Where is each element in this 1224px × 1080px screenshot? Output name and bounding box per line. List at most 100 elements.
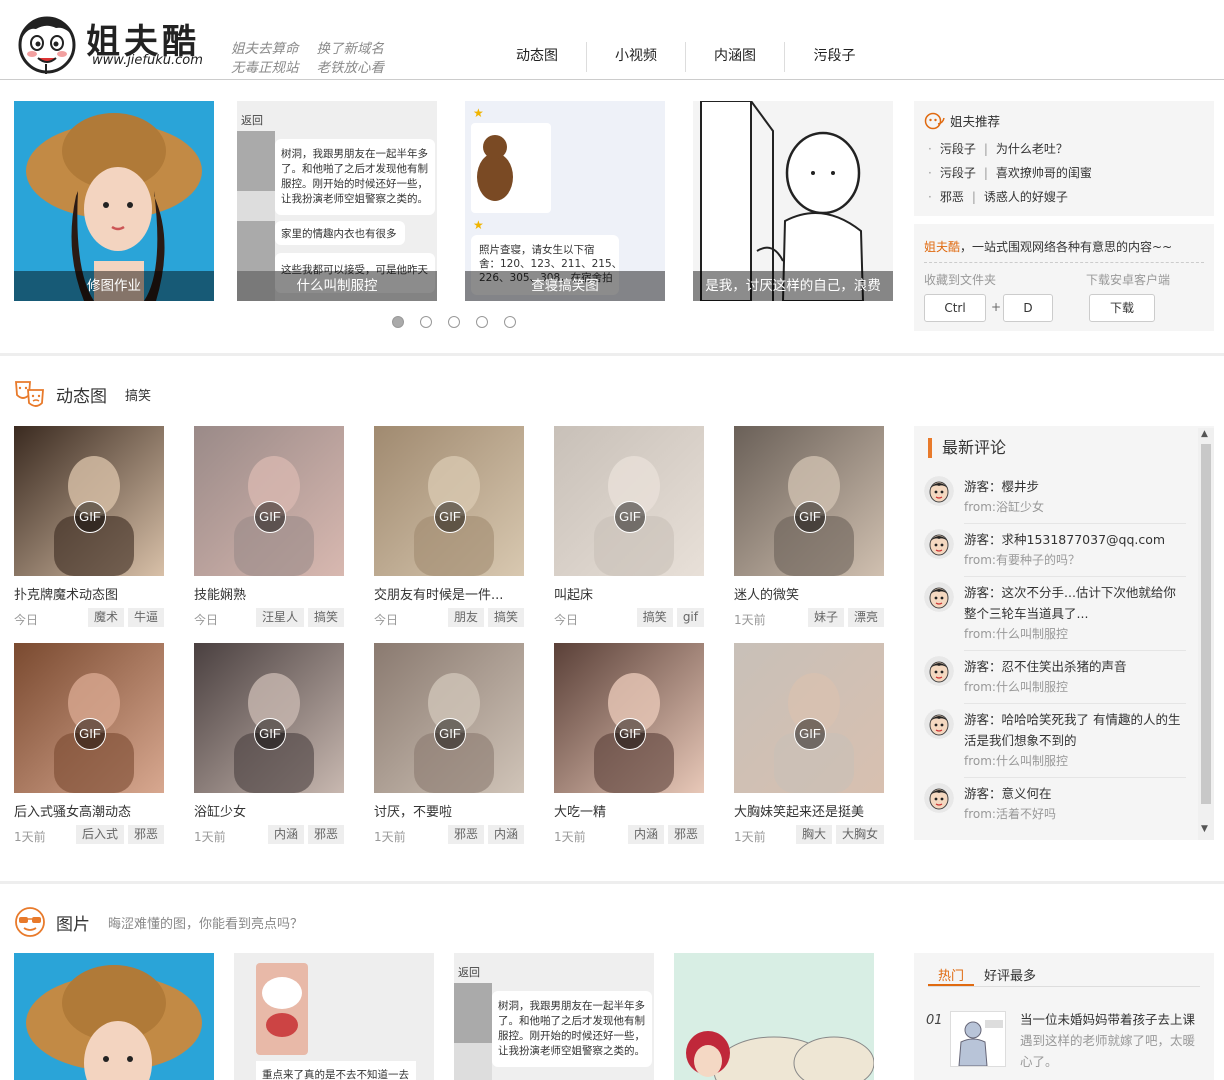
comment-item[interactable]: 游客：求种1531877037@qq.com from:有要种子的吗？ [924,529,1186,570]
comment-source[interactable]: from:什么叫制服控 [964,751,1186,771]
gif-thumb[interactable]: GIF [194,426,344,576]
tag[interactable]: 大胸女 [835,825,884,844]
comment-text[interactable]: 游客：樱井步 [964,476,1186,497]
tag[interactable]: 妹子 [807,608,844,627]
hot-item-thumb[interactable] [950,1011,1006,1067]
gif-badge[interactable]: GIF [74,718,106,750]
slider-dot[interactable] [420,316,432,328]
comment-source[interactable]: from:浴缸少女 [964,497,1186,517]
picture-thumb[interactable] [14,953,214,1080]
gif-title[interactable]: 讨厌，不要啦 [374,801,524,820]
tag[interactable]: 邪恶 [127,825,164,844]
tag[interactable]: 邪恶 [667,825,704,844]
tag[interactable]: 搞笑 [307,608,344,627]
gif-title[interactable]: 扑克牌魔术动态图 [14,584,164,603]
gif-title[interactable]: 迷人的微笑 [734,584,884,603]
gif-title[interactable]: 大吃一精 [554,801,704,820]
tag[interactable]: 牛逼 [127,608,164,627]
comment-source[interactable]: from:什么叫制服控 [964,677,1186,697]
picture-thumb[interactable]: 重点来了真的是不去不知道一去 [234,953,434,1080]
gif-title[interactable]: 交朋友有时候是一件... [374,584,524,603]
gif-card[interactable]: GIF 技能娴熟 今日 汪星人 搞笑 [194,426,344,628]
logo-face-icon[interactable] [16,14,78,76]
tag[interactable]: 朋友 [447,608,484,627]
gif-thumb[interactable]: GIF [374,643,524,793]
tag[interactable]: 搞笑 [487,608,524,627]
scroll-down-icon[interactable]: ▼ [1201,824,1208,834]
download-button[interactable]: 下载 [1089,294,1155,322]
slider-dot[interactable] [504,316,516,328]
section-tag[interactable]: 搞笑 [125,385,151,404]
recommend-item-title[interactable]: 为什么老吐？ [996,142,1068,156]
slide-2[interactable]: 返回 树洞，我跟男朋友在一起半年多 了。和他啪了之后才发现他有制 服控。刚开始的… [237,101,437,301]
tag[interactable]: 漂亮 [847,608,884,627]
recommend-item-title[interactable]: 喜欢撩帅哥的闺蜜 [996,166,1092,180]
tag[interactable]: 魔术 [87,608,124,627]
comment-text[interactable]: 游客：意义何在 [964,783,1186,804]
gif-card[interactable]: GIF 大吃一精 1天前 内涵 邪恶 [554,643,704,845]
slide-caption[interactable]: 什么叫制服控 [237,271,437,301]
tag[interactable]: 汪星人 [255,608,304,627]
slide-caption[interactable]: 修图作业 [14,271,214,301]
gif-card[interactable]: GIF 扑克牌魔术动态图 今日 魔术 牛逼 [14,426,164,628]
gif-title[interactable]: 浴缸少女 [194,801,344,820]
recommend-category[interactable]: 污段子 [940,142,976,156]
recommend-category[interactable]: 邪恶 [940,190,964,204]
nav-item-video[interactable]: 小视频 [587,42,686,72]
gif-title[interactable]: 叫起床 [554,584,704,603]
tag[interactable]: gif [676,608,704,627]
gif-thumb[interactable]: GIF [14,426,164,576]
recommend-item-title[interactable]: 诱惑人的好嫂子 [984,190,1068,204]
gif-thumb[interactable]: GIF [554,426,704,576]
slide-caption[interactable]: 是我，讨厌这样的自己，浪费 [693,271,893,301]
comments-scrollbar[interactable]: ▲ ▼ [1198,428,1214,840]
hot-item-title[interactable]: 当一位未婚妈妈带着孩子去上课 [1020,1012,1195,1027]
tag[interactable]: 后入式 [75,825,124,844]
comment-item[interactable]: 游客：意义何在 from:活着不好吗 [924,783,1186,824]
gif-thumb[interactable]: GIF [374,426,524,576]
gif-card[interactable]: GIF 迷人的微笑 1天前 妹子 漂亮 [734,426,884,628]
recommend-item[interactable]: · 邪恶 | 诱惑人的好嫂子 [928,188,1068,205]
tag[interactable]: 邪恶 [447,825,484,844]
comment-source[interactable]: from:有要种子的吗？ [964,550,1186,570]
gif-thumb[interactable]: GIF [14,643,164,793]
recommend-category[interactable]: 污段子 [940,166,976,180]
tag[interactable]: 邪恶 [307,825,344,844]
gif-title[interactable]: 大胸妹笑起来还是挺美 [734,801,884,820]
tag[interactable]: 内涵 [267,825,304,844]
gif-card[interactable]: GIF 讨厌，不要啦 1天前 邪恶 内涵 [374,643,524,845]
d-key-button[interactable]: D [1003,294,1053,322]
hot-item-text[interactable]: 当一位未婚妈妈带着孩子去上课 遇到这样的老师就嫁了吧，太暖心了。 [1020,1009,1200,1072]
slide-caption[interactable]: 查寝搞笑图 [465,271,665,301]
slide-4[interactable]: 是我，讨厌这样的自己，浪费 [693,101,893,301]
gif-badge[interactable]: GIF [74,501,106,533]
slide-1[interactable]: 修图作业 [14,101,214,301]
slider-dot[interactable] [392,316,404,328]
comment-item[interactable]: 游客：这次不分手...估计下次他就给你整个三轮车当道具了... from:什么叫制… [924,582,1186,644]
slide-3[interactable]: ★ ★ 照片查寝，请女生以下宿 舍：120、123、211、215、 226、3… [465,101,665,301]
tag[interactable]: 内涵 [487,825,524,844]
tab-hot[interactable]: 热门 [928,965,975,986]
gif-card[interactable]: GIF 叫起床 今日 搞笑 gif [554,426,704,628]
comment-text[interactable]: 游客：求种1531877037@qq.com [964,529,1186,550]
comment-item[interactable]: 游客：哈哈哈笑死我了 有情趣的人的生活是我们想象不到的 from:什么叫制服控 [924,709,1186,771]
tag[interactable]: 内涵 [627,825,664,844]
tag[interactable]: 胸大 [795,825,832,844]
picture-thumb[interactable] [674,953,874,1080]
nav-item-gif[interactable]: 动态图 [488,42,587,72]
comment-text[interactable]: 游客：哈哈哈笑死我了 有情趣的人的生活是我们想象不到的 [964,709,1186,751]
gif-badge[interactable]: GIF [254,501,286,533]
gif-card[interactable]: GIF 交朋友有时候是一件... 今日 朋友 搞笑 [374,426,524,628]
comment-text[interactable]: 游客：这次不分手...估计下次他就给你整个三轮车当道具了... [964,582,1186,624]
gif-thumb[interactable]: GIF [194,643,344,793]
gif-thumb[interactable]: GIF [554,643,704,793]
tab-most-liked[interactable]: 好评最多 [974,965,1046,986]
gif-badge[interactable]: GIF [794,501,826,533]
nav-item-pictures[interactable]: 内涵图 [686,42,785,72]
picture-thumb[interactable]: 返回 树洞，我跟男朋友在一起半年多 了。和他啪了之后才发现他有制 服控。刚开始的… [454,953,654,1080]
gif-card[interactable]: GIF 后入式骚女高潮动态 1天前 后入式 邪恶 [14,643,164,845]
gif-badge[interactable]: GIF [794,718,826,750]
logo-url[interactable]: www.jiefuku.com [92,53,203,68]
gif-title[interactable]: 后入式骚女高潮动态 [14,801,164,820]
gif-thumb[interactable]: GIF [734,643,884,793]
